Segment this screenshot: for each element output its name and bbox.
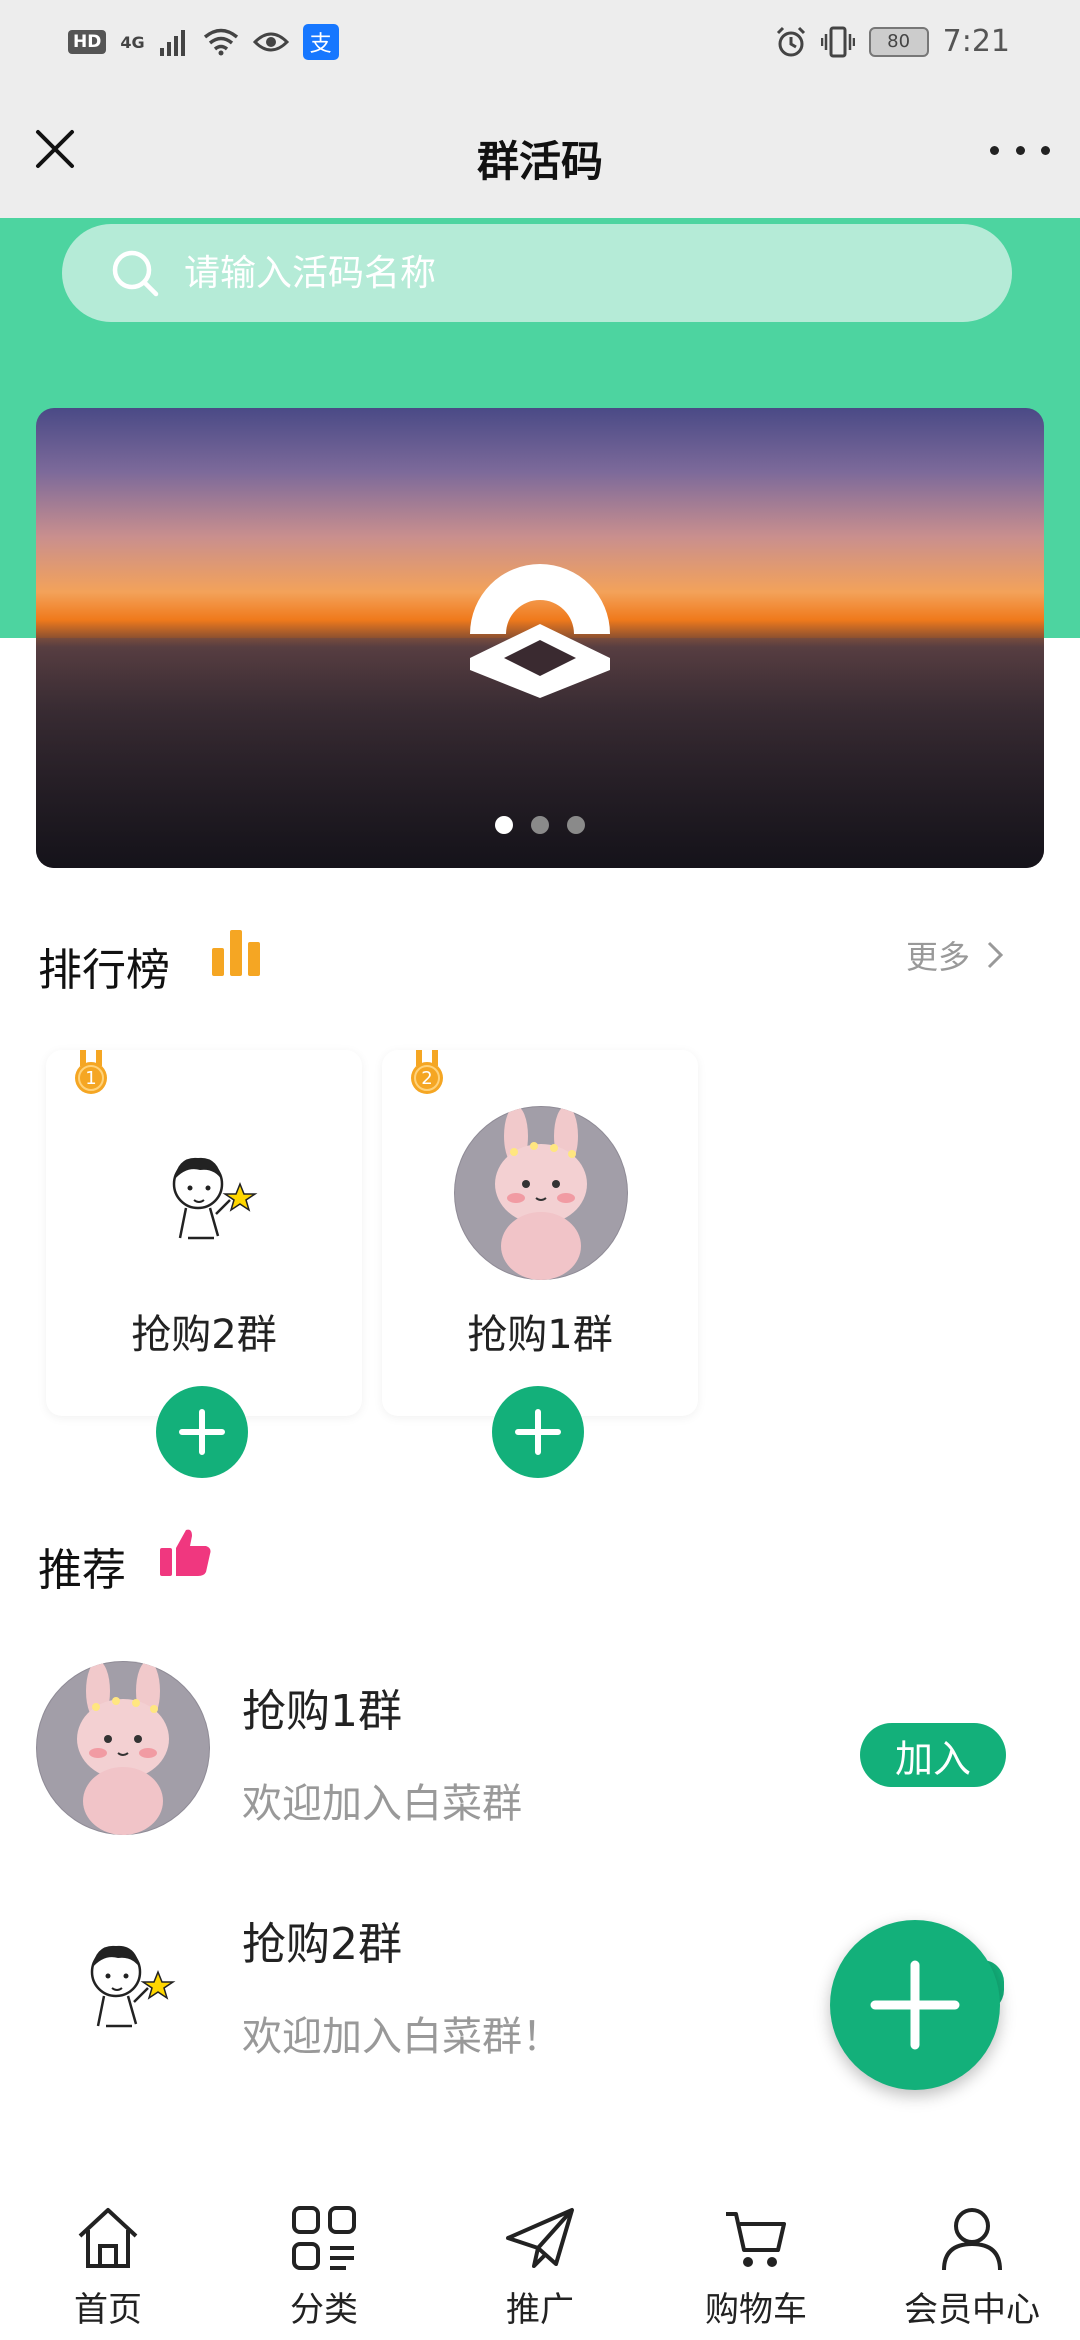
card-group-name: 抢购1群: [467, 1312, 613, 1358]
pink-bunny-avatar: [36, 1661, 210, 1835]
nav-item-member[interactable]: 会员中心: [864, 2188, 1080, 2340]
medal-rank-number: 1: [85, 1068, 96, 1089]
home-icon: [78, 2208, 138, 2268]
ranking-card[interactable]: 2 抢购1群: [382, 1050, 698, 1478]
banner-logo-icon: [470, 564, 610, 698]
add-group-button[interactable]: [156, 1386, 248, 1478]
search-input[interactable]: [184, 252, 884, 294]
nav-item-cart[interactable]: 购物车: [648, 2188, 864, 2340]
eye-icon: [252, 32, 289, 52]
group-name: 抢购2群: [242, 1919, 402, 1970]
nav-label: 会员中心: [904, 2290, 1040, 2330]
recommend-title: 推荐: [38, 1545, 126, 1596]
search-bar[interactable]: [62, 224, 1012, 322]
alarm-icon: [776, 26, 805, 56]
search-icon: [112, 250, 159, 297]
page-title: 群活码: [476, 137, 603, 186]
chevron-right-icon: [987, 941, 1004, 969]
boy-star-avatar: [36, 1894, 210, 2068]
plus-icon: [515, 1409, 561, 1455]
user-icon: [942, 2208, 1002, 2271]
nav-label: 推广: [506, 2290, 574, 2330]
paper-plane-icon: [506, 2208, 574, 2268]
carousel-dot[interactable]: [531, 816, 549, 834]
more-dot-icon: [1015, 145, 1025, 155]
status-time: 7:21: [942, 24, 1010, 59]
group-description: 欢迎加入白菜群！: [242, 2014, 562, 2060]
status-left: HD 4G 支: [68, 24, 339, 60]
pink-bunny-avatar: [454, 1106, 628, 1280]
plus-icon: [179, 1409, 225, 1455]
nav-label: 首页: [74, 2290, 142, 2330]
floating-add-button[interactable]: [830, 1920, 1000, 2090]
nav-item-home[interactable]: 首页: [0, 2188, 216, 2340]
group-name: 抢购1群: [242, 1686, 402, 1737]
nav-label: 购物车: [705, 2290, 807, 2330]
thumbs-up-icon: [160, 1529, 211, 1576]
app-header: 群活码: [0, 90, 1080, 218]
category-icon: [292, 2206, 356, 2270]
nav-item-promote[interactable]: 推广: [432, 2188, 648, 2340]
medal-rank-number: 2: [421, 1068, 432, 1089]
boy-star-avatar: [118, 1106, 292, 1280]
bar-chart-icon: [212, 930, 260, 976]
ranking-more-link[interactable]: 更多: [906, 932, 1004, 978]
carousel-dot[interactable]: [495, 816, 513, 834]
medal-icon: 1: [75, 1050, 107, 1094]
ranking-title: 排行榜: [38, 945, 170, 996]
signal-icon: [159, 30, 185, 56]
status-bar: HD 4G 支 80 7:21: [0, 0, 1080, 90]
battery-icon: 80: [868, 26, 929, 57]
join-button[interactable]: 加入: [860, 1723, 1006, 1787]
card-group-name: 抢购2群: [131, 1312, 277, 1358]
banner-carousel[interactable]: [36, 408, 1044, 868]
more-dot-icon: [1041, 145, 1050, 155]
wifi-icon: [203, 28, 238, 56]
nav-label: 分类: [290, 2290, 358, 2330]
carousel-dots: [36, 816, 1044, 834]
carousel-dot[interactable]: [567, 816, 585, 834]
nav-item-category[interactable]: 分类: [216, 2188, 432, 2340]
add-group-button[interactable]: [492, 1386, 584, 1478]
hd-badge: HD: [68, 30, 107, 54]
more-options-button[interactable]: [990, 130, 1050, 170]
network-type: 4G: [120, 32, 145, 52]
bottom-nav: 首页 分类 推广 购物车 会员中心: [0, 2188, 1080, 2340]
group-description: 欢迎加入白菜群: [242, 1781, 522, 1827]
cart-icon: [726, 2212, 786, 2267]
alipay-icon: 支: [302, 24, 339, 60]
status-right: 80 7:21: [775, 24, 1010, 59]
vibrate-icon: [820, 26, 855, 57]
ranking-card[interactable]: 1 抢购2群: [46, 1050, 362, 1478]
plus-icon: [870, 1960, 960, 2050]
list-item[interactable]: 抢购1群 欢迎加入白菜群 加入: [0, 1655, 1080, 1855]
medal-icon: 2: [411, 1050, 443, 1094]
more-label: 更多: [905, 938, 970, 976]
more-dot-icon: [990, 145, 999, 155]
